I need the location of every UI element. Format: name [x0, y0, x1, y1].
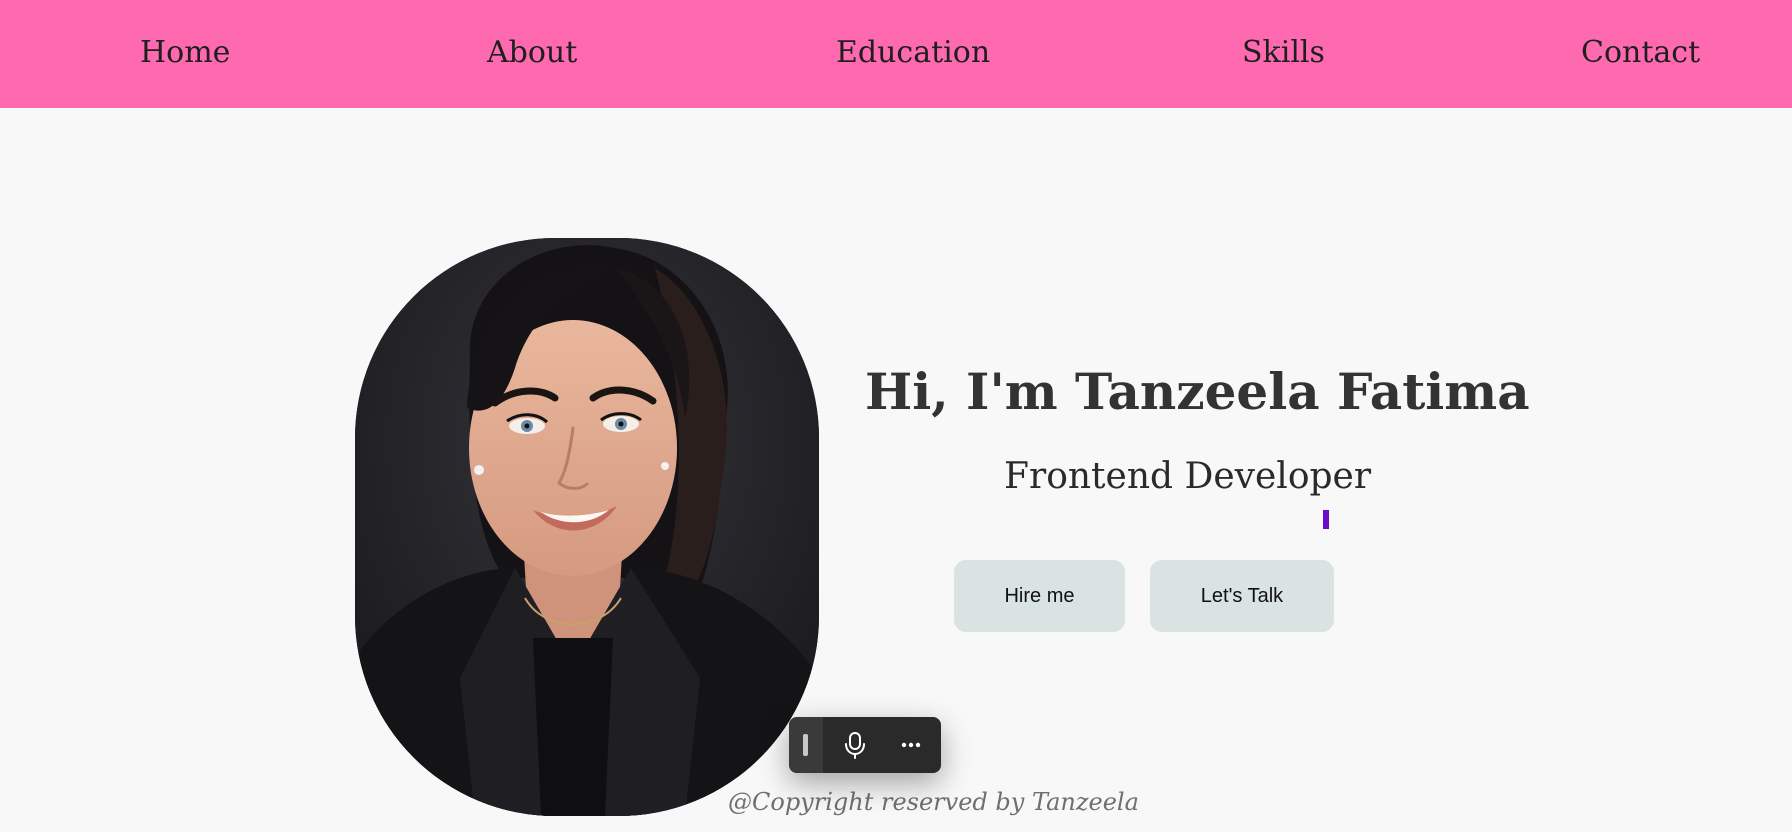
more-horizontal-icon[interactable] — [893, 727, 929, 763]
nav-link-about[interactable]: About — [487, 32, 577, 74]
nav-link-education[interactable]: Education — [836, 32, 990, 74]
nav-link-contact[interactable]: Contact — [1581, 32, 1700, 74]
typing-cursor — [1323, 510, 1329, 529]
profile-portrait-illustration — [355, 238, 819, 816]
hero-title: Hi, I'm Tanzeela Fatima — [865, 362, 1530, 421]
nav-link-home[interactable]: Home — [140, 32, 230, 74]
copyright-text: @Copyright reserved by Tanzeela — [728, 788, 1139, 816]
drag-handle-icon[interactable] — [789, 717, 823, 773]
voice-typing-toolbar — [789, 717, 941, 773]
hire-me-button[interactable]: Hire me — [954, 560, 1125, 632]
profile-photo — [355, 238, 819, 816]
nav-link-skills[interactable]: Skills — [1242, 32, 1325, 74]
hero-role-subtitle: Frontend Developer — [1004, 456, 1372, 497]
microphone-icon[interactable] — [837, 727, 873, 763]
top-navbar: Home About Education Skills Contact — [0, 0, 1792, 108]
lets-talk-button[interactable]: Let's Talk — [1150, 560, 1334, 632]
